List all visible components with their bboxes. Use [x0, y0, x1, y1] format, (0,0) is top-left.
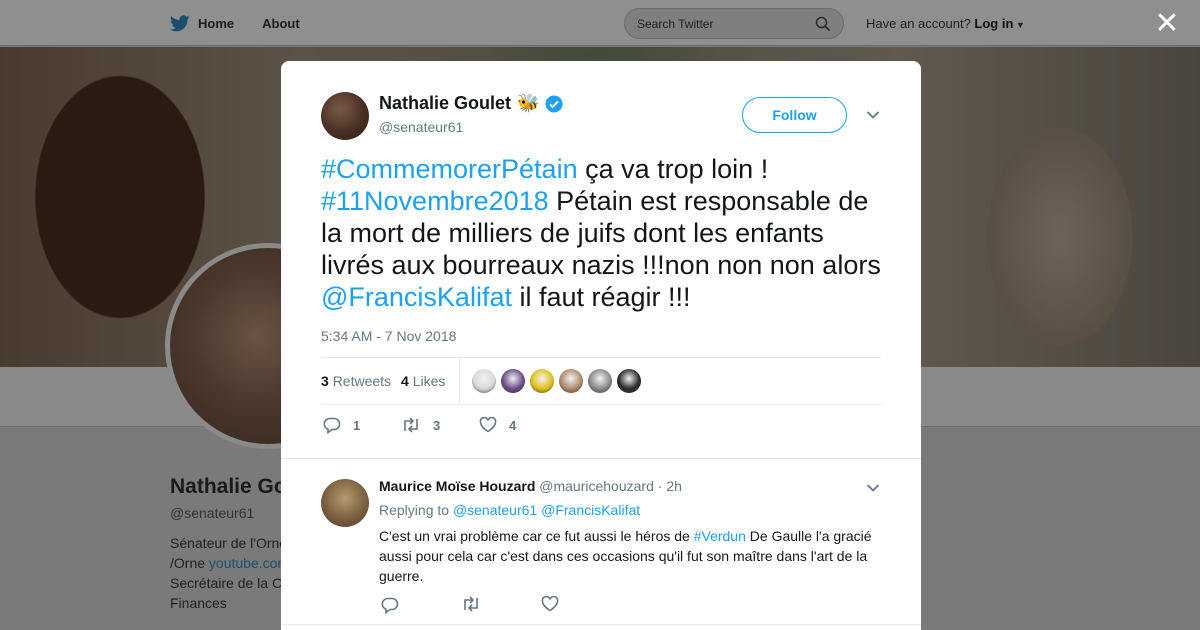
mention-link[interactable]: @FrancisKalifat — [321, 282, 512, 312]
profile-handle: @senateur61 — [170, 505, 255, 521]
reply-separator: · — [657, 478, 663, 494]
hashtag-link[interactable]: #CommemorerPétain — [321, 154, 578, 184]
profile-name: Nathalie Go — [170, 475, 287, 498]
close-icon[interactable]: ✕ — [1154, 9, 1180, 39]
twitter-bird-icon — [170, 14, 190, 32]
likes-label: Likes — [412, 373, 446, 389]
tweet-text-part: il faut réagir !!! — [511, 282, 691, 312]
liker-avatar-6[interactable] — [617, 369, 642, 393]
reply-icon — [381, 596, 461, 614]
chevron-down-icon[interactable]: ▼ — [1013, 20, 1025, 30]
liker-avatar-5[interactable] — [588, 369, 613, 393]
replying-to: Replying to @senateur61 @FrancisKalifat — [379, 502, 640, 518]
like-count: 4 — [509, 417, 517, 433]
likers-avatars — [472, 369, 642, 393]
account-prompt: Have an account? Log in ▼ — [866, 16, 1025, 31]
retweet-icon — [401, 417, 421, 433]
retweets-count: 3 — [321, 373, 329, 389]
liker-avatar-1[interactable] — [472, 369, 497, 393]
nav-home[interactable]: Home — [170, 14, 235, 32]
reply-time[interactable]: 2h — [666, 478, 682, 494]
chevron-down-icon[interactable] — [866, 480, 880, 498]
mention-link[interactable]: @FrancisKalifat — [541, 502, 640, 518]
reply-icon — [323, 416, 341, 434]
retweet-button[interactable]: 3 — [401, 416, 479, 434]
profile-card: Nathalie Go @senateur61 Sénateur de l'Or… — [170, 475, 287, 613]
mention-link[interactable]: @senateur61 — [453, 502, 537, 518]
reply-count: 1 — [353, 417, 361, 433]
section-divider — [281, 624, 921, 625]
tweet-text-part: ça va trop loin ! — [577, 154, 769, 184]
reply-header: Maurice Moïse Houzard @mauricehouzard · … — [379, 478, 682, 494]
reply-actions — [381, 596, 621, 614]
search-icon[interactable] — [815, 16, 831, 32]
tweet-header: Nathalie Goulet 🐝 @senateur61 Follow — [321, 91, 881, 141]
heart-icon — [541, 596, 621, 612]
section-divider — [281, 458, 921, 459]
nav-about-label: About — [262, 15, 300, 31]
retweet-button[interactable] — [461, 596, 541, 614]
likes-count: 4 — [401, 373, 409, 389]
nav-home-label: Home — [198, 15, 235, 31]
author-name: Nathalie Goulet — [379, 93, 512, 113]
tweet-stats: 3 Retweets 4 Likes — [321, 357, 881, 405]
account-prompt-text: Have an account? — [866, 16, 971, 31]
bio-text: /Orne — [170, 555, 209, 571]
retweets-label: Retweets — [332, 373, 392, 389]
liker-avatar-4[interactable] — [559, 369, 584, 393]
reply-button[interactable] — [381, 596, 461, 614]
hashtag-link[interactable]: #11Novembre2018 — [321, 186, 549, 216]
profile-bio: Sénateur de l'Orne /Orne youtube.con Sec… — [170, 533, 287, 613]
retweet-icon — [461, 596, 541, 612]
stats-divider — [459, 357, 461, 405]
chevron-down-icon[interactable] — [866, 107, 880, 125]
hashtag-link[interactable]: #Verdun — [694, 528, 746, 544]
heart-icon — [479, 417, 497, 433]
tweet-actions: 1 3 4 — [323, 416, 557, 434]
retweets-stat[interactable]: 3 Retweets — [321, 373, 391, 389]
likes-stat[interactable]: 4 Likes — [401, 373, 445, 389]
reply-text-part: C'est un vrai problème car ce fut aussi … — [379, 528, 694, 544]
liker-avatar-2[interactable] — [501, 369, 526, 393]
retweet-count: 3 — [433, 417, 441, 433]
bio-line: /Orne youtube.con — [170, 553, 287, 573]
reply-author-name[interactable]: Maurice Moïse Houzard — [379, 478, 535, 494]
bio-link[interactable]: youtube.con — [209, 555, 285, 571]
tweet-text: #CommemorerPétain ça va trop loin ! #11N… — [321, 153, 886, 313]
bee-emoji-icon: 🐝 — [517, 93, 540, 113]
nav-links: Home About — [170, 0, 300, 46]
author-avatar[interactable] — [321, 92, 369, 140]
liker-avatar-3[interactable] — [530, 369, 555, 393]
reply-button[interactable]: 1 — [323, 416, 401, 434]
follow-button[interactable]: Follow — [742, 97, 847, 133]
bio-line: Finances — [170, 595, 227, 611]
like-button[interactable]: 4 — [479, 416, 557, 434]
login-link[interactable]: Log in — [974, 16, 1013, 31]
bio-line: Secrétaire de la C — [170, 575, 283, 591]
nav-about[interactable]: About — [262, 16, 300, 31]
tweet-modal: Nathalie Goulet 🐝 @senateur61 Follow #Co… — [281, 61, 921, 630]
author-name-row[interactable]: Nathalie Goulet 🐝 — [379, 93, 563, 114]
search-placeholder: Search Twitter — [637, 16, 714, 31]
search-input[interactable]: Search Twitter — [624, 8, 844, 39]
reply-text: C'est un vrai problème car ce fut aussi … — [379, 526, 879, 586]
verified-badge-icon — [545, 95, 563, 113]
reply-author-avatar[interactable] — [321, 479, 369, 527]
reply-author-handle[interactable]: @mauricehouzard — [539, 478, 654, 494]
replying-to-label: Replying to — [379, 502, 450, 518]
author-handle[interactable]: @senateur61 — [379, 119, 463, 135]
top-navigation-bar: Home About Search Twitter Have an accoun… — [0, 0, 1200, 46]
bio-line: Sénateur de l'Orne — [170, 535, 288, 551]
tweet-timestamp[interactable]: 5:34 AM - 7 Nov 2018 — [321, 328, 456, 344]
like-button[interactable] — [541, 596, 621, 614]
